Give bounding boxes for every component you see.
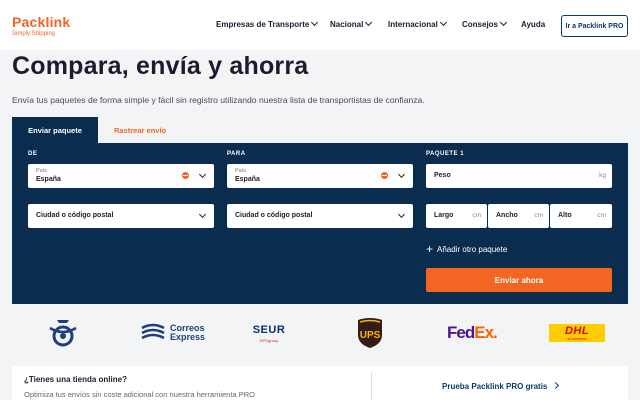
length-input[interactable]: Largo cm xyxy=(426,204,487,228)
chevron-down-icon xyxy=(397,210,406,219)
chevron-down-icon xyxy=(198,170,207,179)
send-now-button[interactable]: Enviar ahora xyxy=(426,268,612,292)
to-postal-placeholder: Ciudad o código postal xyxy=(235,212,313,219)
page-subtitle: Envía tus paquetes de forma simple y fác… xyxy=(12,95,425,105)
weight-input[interactable]: Peso kg xyxy=(426,164,612,188)
correos-express-logo: Correos Express xyxy=(138,318,205,348)
site-header: Packlink Simply Shipping Empresas de Tra… xyxy=(0,0,640,50)
from-postal-input[interactable]: Ciudad o código postal xyxy=(28,204,214,228)
to-country-label: País xyxy=(235,168,247,174)
from-country-value: España xyxy=(36,176,61,183)
ups-shield-icon: UPS xyxy=(358,318,382,348)
weight-unit: kg xyxy=(599,172,606,179)
weight-placeholder: Peso xyxy=(434,172,451,179)
promo-title: ¿Tienes una tienda online? xyxy=(24,375,127,384)
spain-flag-icon xyxy=(381,172,388,179)
seur-wordmark: SEUR xyxy=(252,323,286,336)
length-placeholder: Largo xyxy=(434,212,454,219)
dhl-subtext: eCommerce xyxy=(567,336,587,341)
width-placeholder: Ancho xyxy=(496,212,518,219)
chevron-down-icon xyxy=(499,18,508,27)
packlink-pro-button[interactable]: Ir a Packlink PRO xyxy=(561,15,628,37)
try-pro-link[interactable]: Prueba Packlink PRO gratis xyxy=(442,381,560,391)
height-placeholder: Alto xyxy=(558,212,572,219)
tab-rastrear-envio[interactable]: Rastrear envío xyxy=(114,117,194,143)
nav-item-internacional[interactable]: Internacional xyxy=(388,18,447,29)
height-input[interactable]: Alto cm xyxy=(550,204,612,228)
package-label: PAQUETE 1 xyxy=(426,151,465,157)
ups-logo: UPS xyxy=(356,318,384,348)
from-country-select[interactable]: País España xyxy=(28,164,214,188)
chevron-down-icon xyxy=(365,18,373,27)
correos-express-mark-icon xyxy=(141,323,165,340)
promo-divider xyxy=(371,372,372,400)
fedex-logo: Fed Ex. xyxy=(447,318,498,348)
height-unit: cm xyxy=(597,212,606,219)
correos-horn-icon xyxy=(49,320,77,347)
dhl-wordmark: DHL xyxy=(564,324,590,337)
nav-item-nacional[interactable]: Nacional xyxy=(330,18,373,29)
chevron-down-icon xyxy=(311,18,319,27)
seur-logo: SEUR DPDgroup xyxy=(242,318,296,348)
chevron-down-icon xyxy=(439,18,447,27)
width-input[interactable]: Ancho cm xyxy=(488,204,549,228)
nav-item-empresas[interactable]: Empresas de Transporte xyxy=(216,18,319,29)
from-label: DE xyxy=(28,151,38,157)
plus-icon: + xyxy=(426,242,434,256)
to-country-value: España xyxy=(235,176,260,183)
seur-subtext: DPDgroup xyxy=(259,337,279,343)
tab-enviar-paquete[interactable]: Enviar paquete xyxy=(12,117,98,143)
from-country-label: País xyxy=(36,168,48,174)
to-postal-input[interactable]: Ciudad o código postal xyxy=(227,204,413,228)
pro-promo-card: ¿Tienes una tienda online? Optimiza tus … xyxy=(12,366,628,400)
chevron-right-icon xyxy=(552,381,560,390)
correos-express-line2: Express xyxy=(170,332,206,342)
spain-flag-icon xyxy=(182,172,189,179)
length-unit: cm xyxy=(472,212,481,219)
correos-logo xyxy=(46,318,80,348)
nav-item-ayuda[interactable]: Ayuda xyxy=(521,20,545,29)
to-country-select[interactable]: País España xyxy=(227,164,413,188)
fedex-fed: Fed xyxy=(447,323,475,342)
page-title: Compara, envía y ahorra xyxy=(12,52,309,80)
nav-item-consejos[interactable]: Consejos xyxy=(462,18,508,29)
chevron-down-icon xyxy=(198,210,207,219)
fedex-ex: Ex. xyxy=(474,323,498,342)
dhl-logo: DHL eCommerce xyxy=(549,324,605,342)
from-postal-placeholder: Ciudad o código postal xyxy=(36,212,114,219)
to-label: PARA xyxy=(227,151,246,157)
width-unit: cm xyxy=(534,212,543,219)
chevron-down-icon xyxy=(397,170,406,179)
promo-subtitle: Optimiza tus envíos sin coste adicional … xyxy=(24,390,255,399)
main-nav: Empresas de Transporte Nacional Internac… xyxy=(0,18,640,32)
add-package-button[interactable]: + Añadir otro paquete xyxy=(426,242,508,256)
add-package-label: Añadir otro paquete xyxy=(437,244,508,254)
ups-wordmark: UPS xyxy=(360,330,381,341)
